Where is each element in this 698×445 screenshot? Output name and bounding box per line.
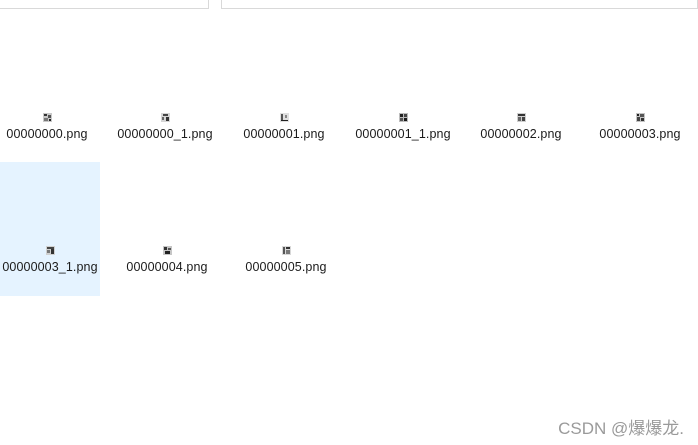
watermark: CSDN @爆爆龙. (558, 419, 684, 438)
file-name: 00000000.png (6, 127, 88, 141)
file-name: 00000003.png (599, 127, 681, 141)
image-thumbnail-icon (279, 113, 289, 122)
image-thumbnail-icon (45, 246, 55, 255)
file-item[interactable]: 00000001_1.png (353, 27, 453, 161)
file-name: 00000002.png (480, 127, 562, 141)
image-thumbnail-icon (42, 113, 52, 122)
file-name: 00000000_1.png (117, 127, 213, 141)
file-item-selected[interactable]: 00000003_1.png (0, 162, 100, 296)
image-thumbnail-icon (635, 113, 645, 122)
toolbar-panel-left (0, 0, 209, 9)
file-name: 00000001.png (243, 127, 325, 141)
file-item[interactable]: 00000000.png (0, 27, 97, 161)
image-thumbnail-icon (160, 113, 170, 122)
file-item[interactable]: 00000000_1.png (115, 27, 215, 161)
file-name: 00000005.png (245, 260, 327, 274)
file-item[interactable]: 00000003.png (590, 27, 690, 161)
image-thumbnail-icon (162, 246, 172, 255)
image-thumbnail-icon (516, 113, 526, 122)
file-item[interactable]: 00000002.png (471, 27, 571, 161)
file-name: 00000001_1.png (355, 127, 451, 141)
file-explorer-view: 00000000.png 00000000_1.png 00000001.png… (0, 0, 698, 445)
file-item[interactable]: 00000005.png (236, 162, 336, 296)
file-item[interactable]: 00000001.png (234, 27, 334, 161)
file-item[interactable]: 00000004.png (117, 162, 217, 296)
image-thumbnail-icon (281, 246, 291, 255)
file-name: 00000004.png (126, 260, 208, 274)
toolbar-panel-right (221, 0, 698, 9)
file-name: 00000003_1.png (2, 260, 98, 274)
image-thumbnail-icon (398, 113, 408, 122)
